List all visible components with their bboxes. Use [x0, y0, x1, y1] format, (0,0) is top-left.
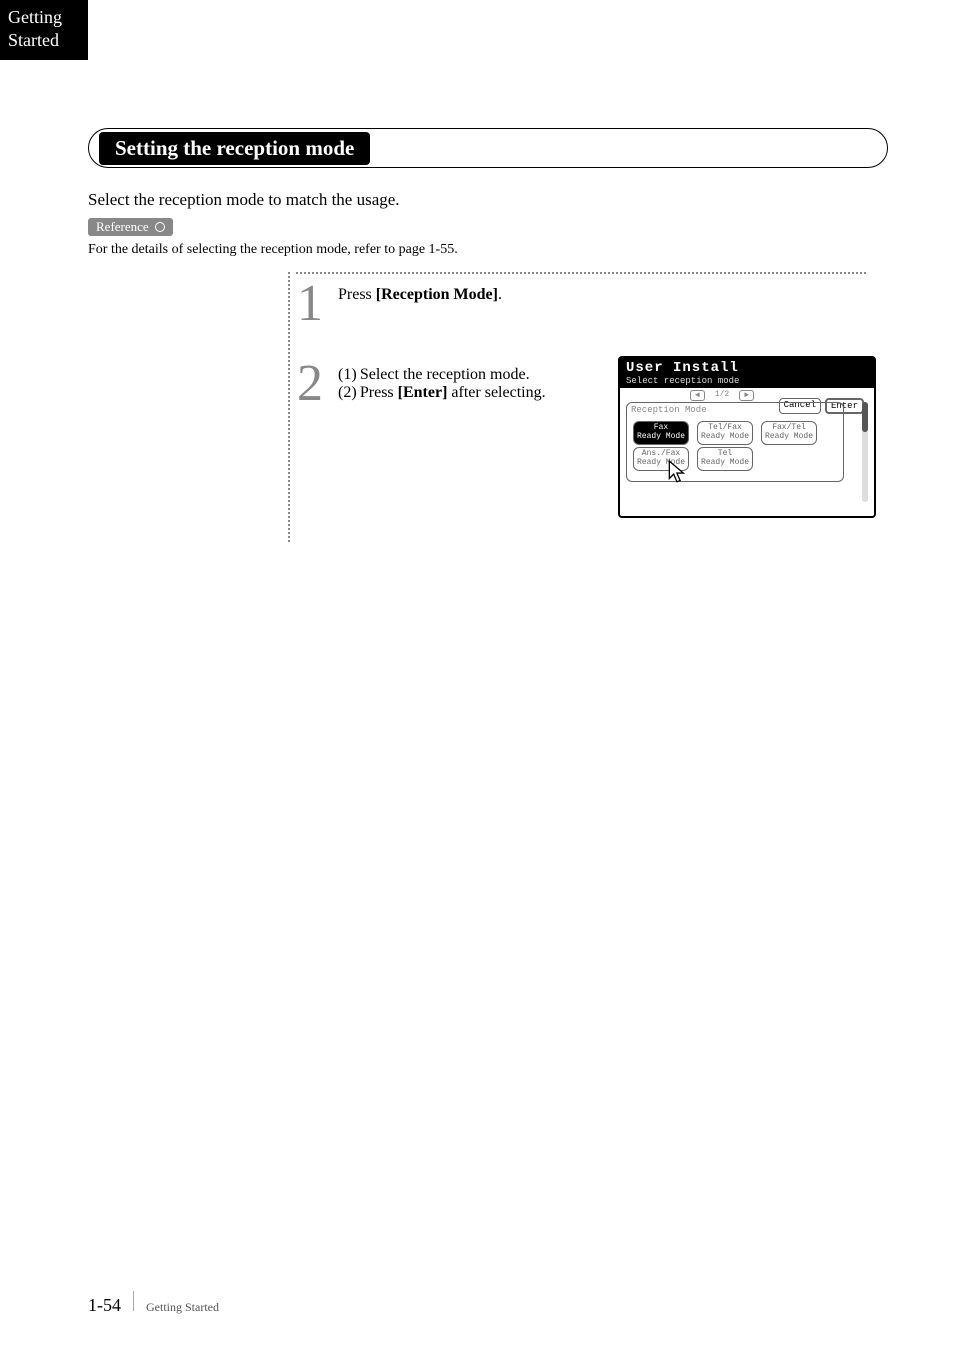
dotted-rule-horizontal — [296, 272, 866, 274]
footer-separator — [133, 1291, 134, 1311]
reception-mode-panel: Reception Mode FaxReady Mode Tel/FaxRead… — [626, 402, 844, 482]
section-heading: Setting the reception mode — [88, 128, 888, 172]
page-number: 1-54 — [88, 1295, 121, 1316]
step-number: 2 — [288, 358, 332, 410]
pager-prev-icon[interactable]: ◄ — [690, 390, 705, 401]
step-1: 1 Press [Reception Mode]. — [288, 278, 888, 330]
section-heading-pill: Setting the reception mode — [88, 128, 888, 168]
pager-next-icon[interactable]: ► — [739, 390, 754, 401]
screen-title: User Install — [626, 360, 868, 376]
screen-pager: ◄ 1/2 ► — [690, 390, 754, 401]
reference-note: For the details of selecting the recepti… — [88, 242, 888, 258]
pager-text: 1/2 — [715, 390, 729, 401]
screen-body: ◄ 1/2 ► Cancel Enter Reception Mode FaxR… — [620, 388, 874, 516]
step-text: Press [Reception Mode]. — [338, 278, 502, 304]
screen-subtitle: Select reception mode — [626, 376, 868, 386]
steps-area: 1 Press [Reception Mode]. 2 (1) Select t… — [288, 278, 888, 410]
option-tel-ready[interactable]: TelReady Mode — [697, 447, 753, 471]
option-fax-ready[interactable]: FaxReady Mode — [633, 421, 689, 445]
page-footer: 1-54 Getting Started — [88, 1291, 219, 1316]
screen-scrollbar[interactable] — [862, 402, 868, 502]
device-screen: User Install Select reception mode ◄ 1/2… — [618, 356, 876, 518]
panel-label: Reception Mode — [631, 405, 839, 415]
option-telfax-ready[interactable]: Tel/FaxReady Mode — [697, 421, 753, 445]
reference-badge-text: Reference — [96, 219, 149, 235]
step-number: 1 — [288, 278, 332, 330]
lead-paragraph: Select the reception mode to match the u… — [88, 190, 888, 210]
step-2: 2 (1) Select the reception mode. (2) Pre… — [288, 358, 888, 410]
chapter-tab-text: Getting Started — [8, 7, 62, 50]
reference-badge-icon — [155, 222, 165, 232]
step-text: (1) Select the reception mode. (2) Press… — [338, 358, 546, 402]
footer-chapter: Getting Started — [146, 1300, 219, 1315]
chapter-tab: Getting Started — [0, 0, 88, 60]
section-heading-text: Setting the reception mode — [99, 132, 370, 165]
page-body: Setting the reception mode Select the re… — [88, 128, 888, 438]
option-faxtel-ready[interactable]: Fax/TelReady Mode — [761, 421, 817, 445]
screen-titlebar: User Install Select reception mode — [620, 358, 874, 388]
reference-badge: Reference — [88, 218, 173, 236]
cursor-icon — [667, 459, 689, 485]
